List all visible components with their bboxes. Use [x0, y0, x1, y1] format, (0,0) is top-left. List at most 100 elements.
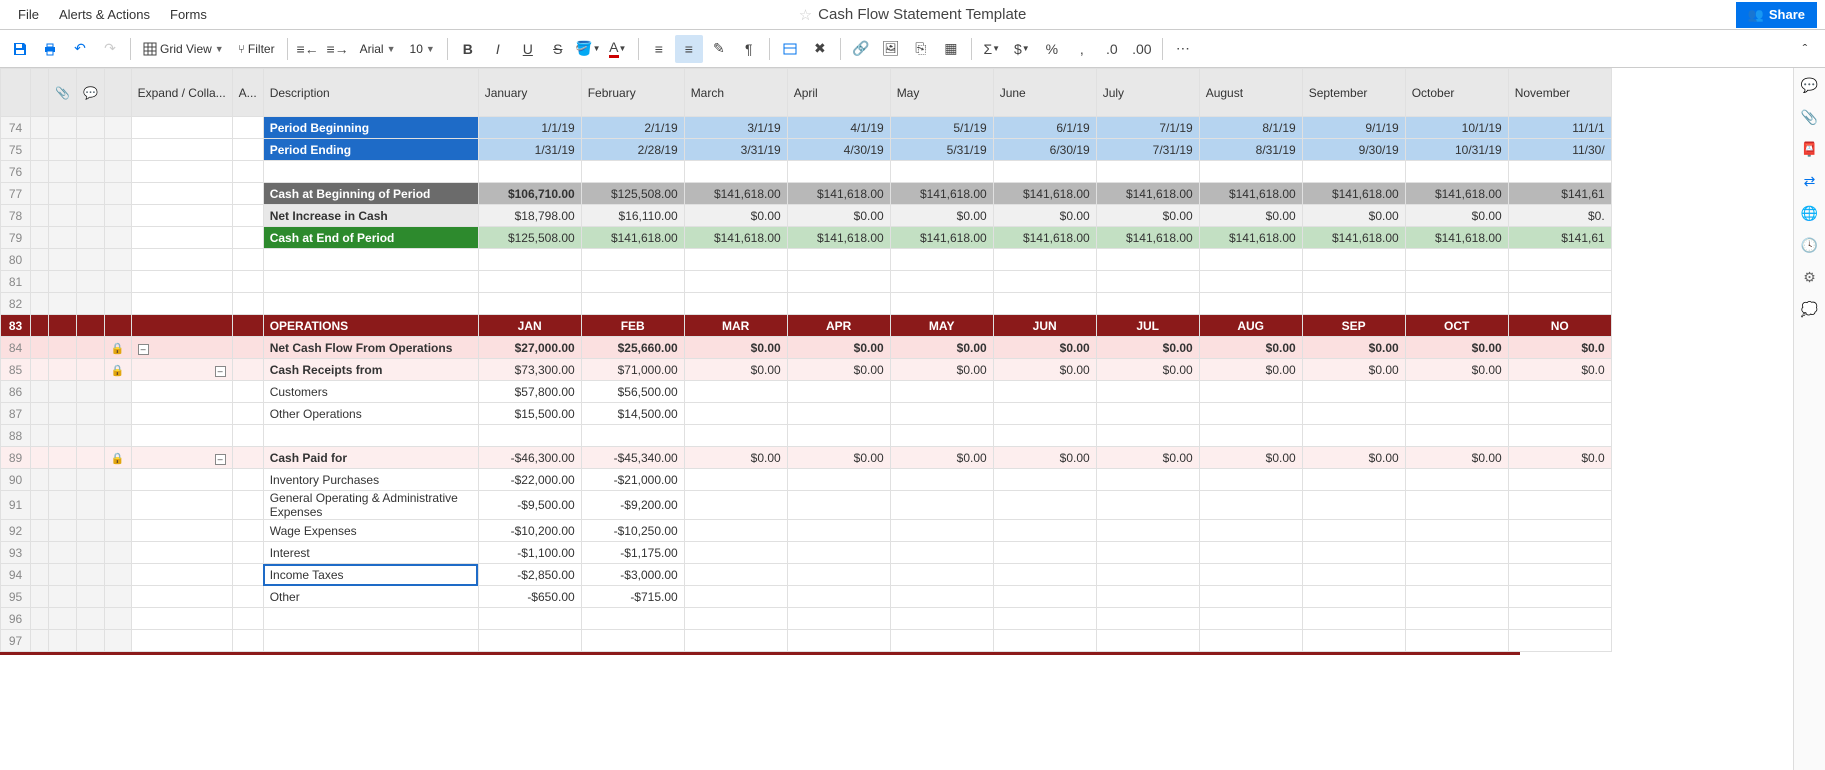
value-cell[interactable]: 3/31/19 — [684, 139, 787, 161]
row-number[interactable]: 84 — [1, 337, 31, 359]
value-cell[interactable]: $141,618.00 — [993, 227, 1096, 249]
gutter-cell[interactable] — [76, 491, 104, 520]
value-cell[interactable]: 10/31/19 — [1405, 139, 1508, 161]
value-cell[interactable] — [787, 249, 890, 271]
value-cell[interactable] — [684, 542, 787, 564]
print-icon[interactable] — [36, 35, 64, 63]
align-left-icon[interactable]: ≡ — [645, 35, 673, 63]
value-cell[interactable]: JUN — [993, 315, 1096, 337]
value-cell[interactable]: $106,710.00 — [478, 183, 581, 205]
value-cell[interactable] — [1508, 630, 1611, 652]
value-cell[interactable] — [787, 564, 890, 586]
value-cell[interactable]: $0.0 — [1508, 447, 1611, 469]
clear-format-icon[interactable]: ✖︎ — [806, 35, 834, 63]
value-cell[interactable] — [1405, 161, 1508, 183]
value-cell[interactable] — [1096, 293, 1199, 315]
gutter-cell[interactable] — [76, 608, 104, 630]
value-cell[interactable] — [684, 161, 787, 183]
value-cell[interactable] — [787, 381, 890, 403]
gutter-cell[interactable] — [76, 205, 104, 227]
value-cell[interactable] — [478, 293, 581, 315]
image-icon[interactable]: 🖼 — [877, 35, 905, 63]
value-cell[interactable]: $141,618.00 — [1302, 227, 1405, 249]
value-cell[interactable] — [890, 586, 993, 608]
lock-cell[interactable] — [104, 271, 131, 293]
value-cell[interactable] — [684, 249, 787, 271]
bold-icon[interactable]: B — [454, 35, 482, 63]
percent-icon[interactable]: % — [1038, 35, 1066, 63]
value-cell[interactable] — [890, 491, 993, 520]
desc-cell[interactable] — [263, 271, 478, 293]
value-cell[interactable] — [993, 586, 1096, 608]
desc-cell[interactable]: OPERATIONS — [263, 315, 478, 337]
value-cell[interactable]: $0.00 — [1199, 205, 1302, 227]
row-number[interactable]: 95 — [1, 586, 31, 608]
value-cell[interactable]: $141,618.00 — [1096, 227, 1199, 249]
value-cell[interactable] — [993, 293, 1096, 315]
month-header-10[interactable]: November — [1508, 69, 1611, 117]
value-cell[interactable] — [581, 608, 684, 630]
gutter-cell[interactable] — [49, 315, 77, 337]
value-cell[interactable]: $0.00 — [684, 447, 787, 469]
gutter-cell[interactable] — [76, 315, 104, 337]
gutter-cell[interactable] — [31, 381, 49, 403]
value-cell[interactable] — [1096, 542, 1199, 564]
collapse-toggle[interactable]: – — [215, 366, 226, 377]
text-color-icon[interactable]: A▼ — [604, 35, 632, 63]
gutter-cell[interactable] — [31, 564, 49, 586]
value-cell[interactable] — [684, 630, 787, 652]
gutter-cell[interactable] — [49, 227, 77, 249]
gutter-cell[interactable] — [76, 381, 104, 403]
value-cell[interactable] — [890, 161, 993, 183]
row-number[interactable]: 90 — [1, 469, 31, 491]
value-cell[interactable]: 2/28/19 — [581, 139, 684, 161]
value-cell[interactable] — [1405, 293, 1508, 315]
gutter-cell[interactable] — [31, 447, 49, 469]
value-cell[interactable]: $0.00 — [1096, 337, 1199, 359]
a-cell[interactable] — [232, 293, 263, 315]
expand-cell[interactable] — [131, 161, 232, 183]
expand-cell[interactable] — [131, 139, 232, 161]
font-selector[interactable]: Arial▼ — [354, 39, 402, 59]
gutter-cell[interactable] — [31, 227, 49, 249]
align-center-icon[interactable]: ≡ — [675, 35, 703, 63]
a-cell[interactable] — [232, 542, 263, 564]
value-cell[interactable] — [478, 249, 581, 271]
value-cell[interactable] — [1508, 293, 1611, 315]
thousands-icon[interactable]: , — [1068, 35, 1096, 63]
value-cell[interactable] — [1405, 381, 1508, 403]
month-header-5[interactable]: June — [993, 69, 1096, 117]
row-number[interactable]: 80 — [1, 249, 31, 271]
a-cell[interactable] — [232, 183, 263, 205]
wrap-icon[interactable]: ¶ — [735, 35, 763, 63]
gutter-cell[interactable] — [49, 491, 77, 520]
value-cell[interactable] — [684, 608, 787, 630]
value-cell[interactable]: $0.00 — [1302, 337, 1405, 359]
a-cell[interactable] — [232, 425, 263, 447]
value-cell[interactable] — [1302, 542, 1405, 564]
desc-cell[interactable]: Cash Receipts from — [263, 359, 478, 381]
lock-cell[interactable] — [104, 520, 131, 542]
value-cell[interactable] — [1096, 161, 1199, 183]
a-cell[interactable] — [232, 117, 263, 139]
strike-icon[interactable]: S — [544, 35, 572, 63]
value-cell[interactable]: -$45,340.00 — [581, 447, 684, 469]
rail-proof-icon[interactable]: 📮 — [1801, 140, 1819, 158]
gutter-cell[interactable] — [76, 337, 104, 359]
month-header-2[interactable]: March — [684, 69, 787, 117]
value-cell[interactable] — [1096, 630, 1199, 652]
value-cell[interactable]: $0.00 — [684, 359, 787, 381]
value-cell[interactable]: -$3,000.00 — [581, 564, 684, 586]
indent-icon[interactable]: ≡→ — [324, 35, 352, 63]
value-cell[interactable] — [890, 564, 993, 586]
value-cell[interactable]: $141,618.00 — [1405, 227, 1508, 249]
lock-cell[interactable] — [104, 491, 131, 520]
value-cell[interactable] — [1199, 469, 1302, 491]
a-header[interactable]: A... — [232, 69, 263, 117]
desc-cell[interactable] — [263, 608, 478, 630]
rail-summary-icon[interactable]: ⚙ — [1801, 268, 1819, 286]
value-cell[interactable]: $141,61 — [1508, 183, 1611, 205]
value-cell[interactable] — [478, 271, 581, 293]
value-cell[interactable]: $15,500.00 — [478, 403, 581, 425]
expand-cell[interactable] — [131, 315, 232, 337]
